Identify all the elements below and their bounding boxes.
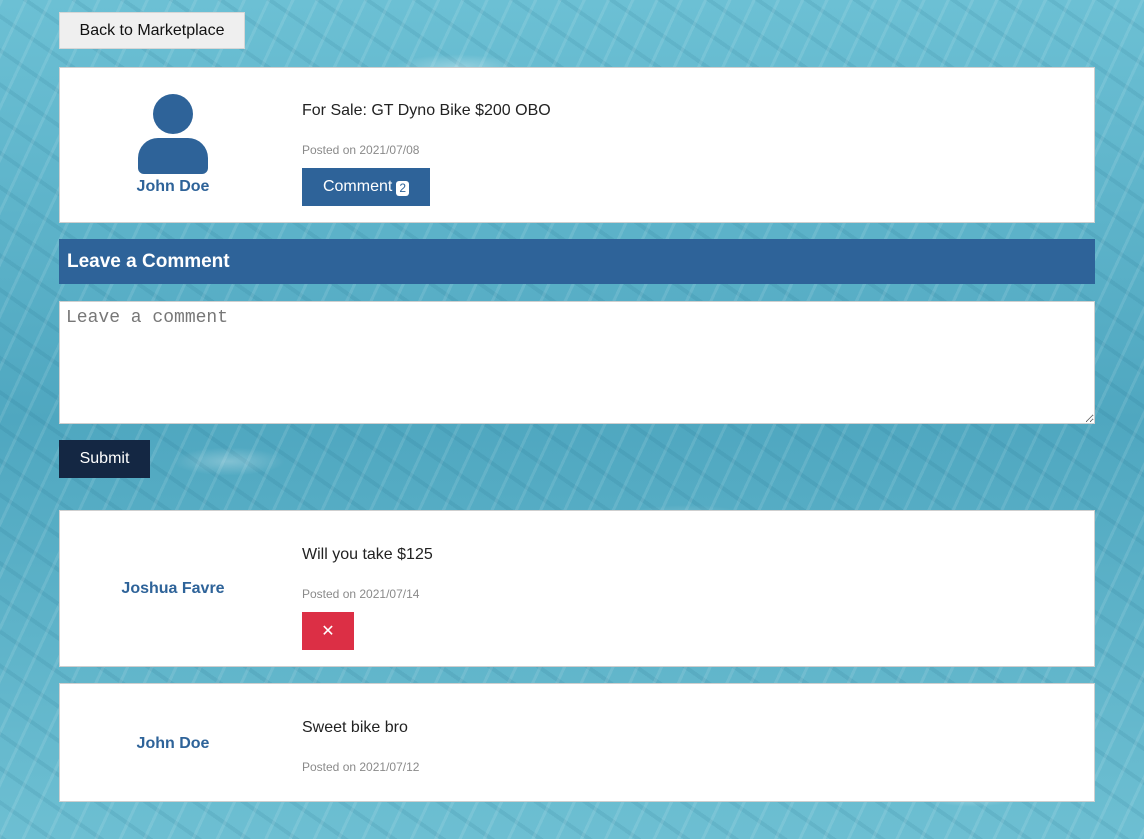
user-avatar-icon bbox=[137, 94, 209, 174]
post-date: Posted on 2021/07/08 bbox=[302, 143, 420, 157]
comment-date: Posted on 2021/07/12 bbox=[302, 760, 420, 774]
comment-body: Will you take $125 Posted on 2021/07/14 … bbox=[302, 511, 1094, 668]
comment-author: Joshua Favre bbox=[60, 511, 286, 666]
delete-comment-button[interactable]: ✕ bbox=[302, 612, 354, 650]
comment-author-name[interactable]: John Doe bbox=[137, 735, 210, 753]
comment-input[interactable] bbox=[59, 301, 1095, 424]
leave-comment-header: Leave a Comment bbox=[59, 239, 1095, 284]
back-to-marketplace-button[interactable]: Back to Marketplace bbox=[59, 12, 245, 49]
comment-body: Sweet bike bro Posted on 2021/07/12 bbox=[302, 684, 1094, 803]
comment-author-name[interactable]: Joshua Favre bbox=[121, 580, 224, 598]
comment-text: Will you take $125 bbox=[302, 546, 433, 563]
post-card: John Doe For Sale: GT Dyno Bike $200 OBO… bbox=[59, 67, 1095, 223]
post-body: For Sale: GT Dyno Bike $200 OBO Posted o… bbox=[302, 68, 1094, 224]
comment-card: Joshua Favre Will you take $125 Posted o… bbox=[59, 510, 1095, 667]
comment-author: John Doe bbox=[60, 684, 286, 801]
post-author: John Doe bbox=[60, 68, 286, 222]
comment-count-badge: 2 bbox=[396, 181, 410, 196]
comment-button-label: Comment bbox=[322, 178, 393, 195]
comment-date: Posted on 2021/07/14 bbox=[302, 587, 420, 601]
post-title: For Sale: GT Dyno Bike $200 OBO bbox=[302, 102, 551, 119]
post-author-name[interactable]: John Doe bbox=[137, 178, 210, 196]
comment-card: John Doe Sweet bike bro Posted on 2021/0… bbox=[59, 683, 1095, 802]
comment-button[interactable]: Comment 2 bbox=[302, 168, 430, 206]
submit-button[interactable]: Submit bbox=[59, 440, 150, 478]
close-icon: ✕ bbox=[321, 623, 335, 640]
comment-text: Sweet bike bro bbox=[302, 719, 408, 736]
